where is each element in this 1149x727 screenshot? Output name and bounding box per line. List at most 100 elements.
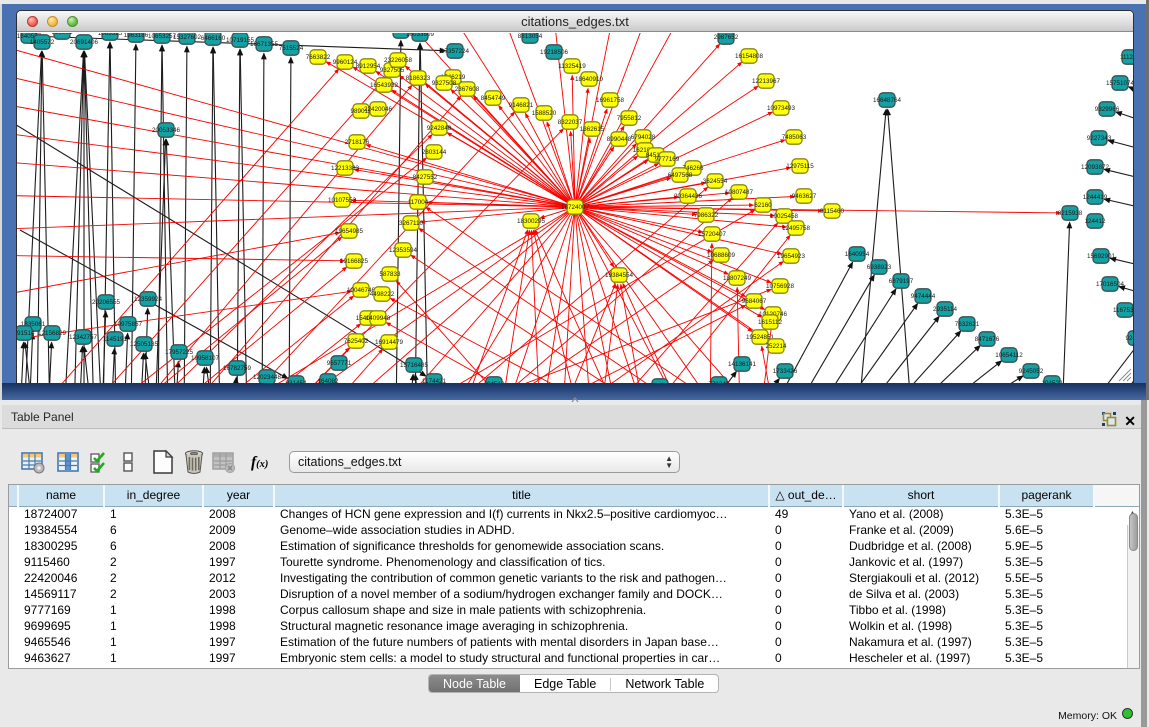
svg-text:587833: 587833 xyxy=(379,271,401,278)
svg-text:19218506: 19218506 xyxy=(540,49,569,56)
svg-text:1963186: 1963186 xyxy=(124,33,149,39)
svg-text:10807487: 10807487 xyxy=(725,189,754,196)
svg-text:10756928: 10756928 xyxy=(766,283,795,290)
svg-text:1615112: 1615112 xyxy=(758,319,783,326)
svg-text:16782759: 16782759 xyxy=(223,365,252,372)
svg-text:19384554: 19384554 xyxy=(605,272,634,279)
svg-text:9146821: 9146821 xyxy=(509,102,534,109)
svg-text:10973493: 10973493 xyxy=(767,105,796,112)
svg-text:8186323: 8186323 xyxy=(406,75,431,82)
svg-text:12359924: 12359924 xyxy=(134,296,163,303)
svg-text:15716485: 15716485 xyxy=(400,362,429,369)
svg-text:18640910: 18640910 xyxy=(575,76,604,83)
svg-text:3267110: 3267110 xyxy=(399,220,424,227)
svg-text:62160: 62160 xyxy=(754,202,772,209)
svg-text:924504: 924504 xyxy=(1125,335,1133,342)
svg-text:16648764: 16648764 xyxy=(873,97,902,104)
svg-text:7515524: 7515524 xyxy=(279,45,304,52)
svg-text:15720407: 15720407 xyxy=(698,231,727,238)
svg-text:8322037: 8322037 xyxy=(558,119,583,126)
svg-text:17357224: 17357224 xyxy=(441,48,470,55)
svg-text:1167534: 1167534 xyxy=(1113,307,1133,314)
svg-text:12975115: 12975115 xyxy=(786,163,814,170)
svg-text:9657771: 9657771 xyxy=(327,360,352,367)
svg-text:1733426: 1733426 xyxy=(773,368,798,375)
svg-text:391514: 391514 xyxy=(17,330,35,337)
svg-text:23226058: 23226058 xyxy=(384,57,413,64)
svg-text:4498222: 4498222 xyxy=(370,291,395,298)
svg-text:1174421: 1174421 xyxy=(422,378,447,383)
svg-text:1409948: 1409948 xyxy=(366,315,391,322)
svg-text:18724007: 18724007 xyxy=(561,204,590,211)
svg-text:9960124: 9960124 xyxy=(333,59,358,66)
svg-text:2718176: 2718176 xyxy=(345,139,370,146)
svg-text:8454749: 8454749 xyxy=(481,95,506,102)
svg-text:931454: 931454 xyxy=(285,380,307,383)
svg-text:12342757: 12342757 xyxy=(69,334,98,341)
svg-text:8215938: 8215938 xyxy=(1058,210,1083,217)
svg-text:1063525: 1063525 xyxy=(98,33,123,37)
svg-text:1405572: 1405572 xyxy=(30,39,55,46)
svg-text:15327602: 15327602 xyxy=(173,34,202,41)
svg-text:12093872: 12093872 xyxy=(1081,164,1110,171)
svg-text:771341: 771341 xyxy=(708,381,730,383)
svg-text:10107553: 10107553 xyxy=(328,197,357,204)
svg-text:2987652: 2987652 xyxy=(714,34,739,41)
svg-text:12156829: 12156829 xyxy=(38,330,67,337)
svg-text:1145191: 1145191 xyxy=(103,336,128,343)
svg-text:252214: 252214 xyxy=(765,343,787,350)
svg-text:1362615: 1362615 xyxy=(580,126,605,133)
svg-text:104522: 104522 xyxy=(1041,380,1063,383)
svg-text:7632621: 7632621 xyxy=(955,321,980,328)
svg-text:8912954: 8912954 xyxy=(356,63,381,70)
svg-text:9463627: 9463627 xyxy=(792,193,817,200)
svg-text:19166825: 19166825 xyxy=(340,258,369,265)
svg-text:16961758: 16961758 xyxy=(596,97,625,104)
svg-text:9327508: 9327508 xyxy=(432,80,457,87)
svg-text:956801: 956801 xyxy=(51,33,73,36)
svg-text:12213383: 12213383 xyxy=(331,165,360,172)
svg-text:117004: 117004 xyxy=(408,199,429,206)
svg-text:11325419: 11325419 xyxy=(558,63,586,70)
svg-text:2935114: 2935114 xyxy=(933,306,958,313)
svg-text:1640954: 1640954 xyxy=(845,251,870,258)
svg-text:6879197: 6879197 xyxy=(889,278,914,285)
svg-text:6497568: 6497568 xyxy=(668,172,693,179)
svg-text:9777169: 9777169 xyxy=(655,156,680,163)
svg-text:7625402: 7625402 xyxy=(344,338,369,345)
svg-text:7986322: 7986322 xyxy=(694,212,719,219)
svg-text:20691406: 20691406 xyxy=(70,39,99,46)
svg-text:8427552: 8427552 xyxy=(413,174,438,181)
svg-text:7955812: 7955812 xyxy=(617,115,642,122)
svg-text:7485063: 7485063 xyxy=(782,134,807,141)
svg-text:12505135: 12505135 xyxy=(130,341,159,348)
svg-text:9245052: 9245052 xyxy=(1019,368,1044,375)
svg-text:18300295: 18300295 xyxy=(517,218,546,225)
svg-text:104512: 104512 xyxy=(483,381,505,383)
svg-text:16543932: 16543932 xyxy=(370,82,399,89)
svg-text:2367608: 2367608 xyxy=(455,86,480,93)
svg-text:17016504: 17016504 xyxy=(1096,281,1125,288)
svg-text:2803144: 2803144 xyxy=(422,149,447,156)
svg-text:9115460: 9115460 xyxy=(820,208,845,215)
svg-text:9227343: 9227343 xyxy=(1087,135,1112,142)
svg-text:6794028: 6794028 xyxy=(631,134,656,141)
svg-text:20364436: 20364436 xyxy=(674,193,703,200)
svg-text:16671355: 16671355 xyxy=(250,41,279,48)
svg-text:19654923: 19654923 xyxy=(777,253,806,260)
svg-text:8813054: 8813054 xyxy=(518,33,543,40)
svg-text:164082: 164082 xyxy=(317,378,339,383)
svg-text:18807249: 18807249 xyxy=(723,275,752,282)
svg-text:17957225: 17957225 xyxy=(165,349,194,356)
svg-text:10688609: 10688609 xyxy=(707,252,736,259)
svg-text:9474444: 9474444 xyxy=(911,293,936,300)
svg-text:16154808: 16154808 xyxy=(735,53,764,60)
svg-text:7663822: 7663822 xyxy=(306,54,331,61)
svg-text:12495758: 12495758 xyxy=(782,225,811,232)
svg-text:14136141: 14136141 xyxy=(728,361,757,368)
svg-text:22420046: 22420046 xyxy=(364,106,393,113)
svg-text:16914479: 16914479 xyxy=(375,339,404,346)
svg-text:1244419: 1244419 xyxy=(1083,194,1108,201)
svg-text:12023448: 12023448 xyxy=(253,374,282,381)
svg-text:12353594: 12353594 xyxy=(389,247,418,254)
